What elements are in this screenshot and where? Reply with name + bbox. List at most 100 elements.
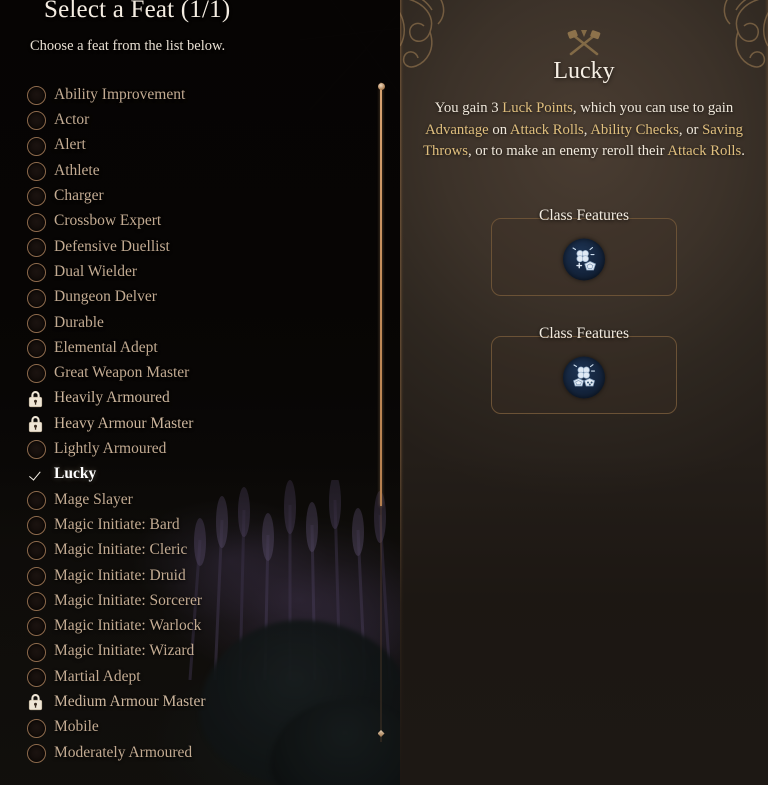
description-text: , which you can use to gain — [572, 100, 734, 116]
lock-icon — [26, 389, 45, 408]
feat-list-item-label: Ability Improvement — [54, 85, 186, 103]
feat-list-item[interactable]: Elemental Adept — [26, 335, 356, 360]
feat-list-item[interactable]: Magic Initiate: Cleric — [26, 537, 356, 562]
radio-circle-icon — [26, 616, 46, 637]
feat-list-item[interactable]: Great Weapon Master — [26, 360, 356, 385]
feat-list-item-label: Magic Initiate: Druid — [54, 566, 186, 584]
radio-circle-icon — [26, 642, 46, 662]
feat-list-item[interactable]: Alert — [26, 133, 356, 158]
description-keyword: Attack Rolls — [667, 143, 742, 159]
radio-circle-icon — [26, 288, 46, 308]
description-text: You gain 3 — [434, 100, 503, 116]
radio-circle-icon — [26, 439, 46, 460]
feat-list-item-label: Magic Initiate: Cleric — [54, 541, 188, 559]
radio-circle-icon — [26, 85, 46, 106]
card-notch-top — [532, 211, 636, 225]
description-keyword: Luck Points — [502, 100, 573, 116]
description-keyword: Ability Checks — [590, 121, 679, 138]
feat-list-item-label: Martial Adept — [54, 667, 141, 685]
card-notch-bottom — [532, 407, 636, 421]
feat-list-item-label: Lightly Armoured — [54, 440, 167, 458]
feat-list-item-label: Charger — [54, 187, 104, 205]
radio-circle-icon — [26, 186, 46, 207]
feat-list-item[interactable]: Lucky — [26, 461, 356, 486]
radio-circle-icon — [26, 667, 46, 687]
feat-list-item[interactable]: Medium Armour Master — [26, 689, 356, 714]
feat-list-item-label: Durable — [54, 313, 104, 331]
feat-list-item[interactable]: Magic Initiate: Wizard — [26, 639, 356, 664]
card-notch-top — [532, 329, 636, 343]
feat-list-item[interactable]: Heavy Armour Master — [26, 411, 356, 436]
feat-list-item-label: Mage Slayer — [54, 490, 133, 508]
feat-list-item-label: Great Weapon Master — [54, 364, 190, 382]
feat-list-item[interactable]: Defensive Duellist — [26, 234, 356, 259]
feat-list-item[interactable]: Actor — [26, 107, 356, 132]
radio-circle-icon — [26, 161, 46, 182]
radio-circle-icon — [26, 338, 46, 359]
description-text: . — [741, 143, 745, 159]
feat-list-item[interactable]: Dual Wielder — [26, 259, 356, 284]
radio-circle-icon — [26, 591, 46, 612]
feat-list-item[interactable]: Mobile — [26, 714, 356, 739]
feat-list-item[interactable]: Athlete — [26, 158, 356, 183]
radio-circle-icon — [26, 540, 46, 561]
feat-list-item[interactable]: Moderately Armoured — [26, 740, 356, 765]
feat-list-item[interactable]: Martial Adept — [26, 664, 356, 689]
feat-list-item-label: Mobile — [54, 718, 99, 736]
description-keyword: Advantage — [425, 121, 489, 138]
feat-list-item-label: Heavy Armour Master — [54, 414, 194, 432]
feat-list-item[interactable]: Magic Initiate: Warlock — [26, 613, 356, 638]
feat-list-panel: Select a Feat (1/1) Choose a feat from t… — [0, 0, 400, 785]
radio-circle-icon — [26, 136, 46, 156]
clover-and-die-icon — [563, 238, 605, 281]
clover-and-dice-icon — [563, 356, 605, 399]
class-features-card-1[interactable]: Class Features — [491, 207, 677, 296]
feat-list[interactable]: Ability Improvement Actor Alert Athlete Char… — [26, 82, 356, 765]
feat-list-item[interactable]: Crossbow Expert — [26, 208, 356, 233]
feat-list-item-label: Moderately Armoured — [54, 743, 193, 761]
feat-list-item[interactable]: Magic Initiate: Druid — [26, 563, 356, 588]
radio-circle-icon — [26, 515, 46, 536]
description-text: , or to make an enemy reroll their — [467, 143, 668, 159]
feat-list-item[interactable]: Magic Initiate: Sorcerer — [26, 588, 356, 613]
radio-circle-icon — [26, 363, 46, 384]
feat-list-item[interactable]: Mage Slayer — [26, 487, 356, 512]
feat-list-item-label: Lucky — [54, 465, 97, 483]
feat-list-item[interactable]: Lightly Armoured — [26, 436, 356, 461]
feat-list-item[interactable]: Heavily Armoured — [26, 386, 356, 411]
lock-icon — [26, 414, 45, 433]
description-text: on — [488, 121, 510, 138]
feat-list-item[interactable]: Charger — [26, 183, 356, 208]
class-features-card-2[interactable]: Class Features — [491, 325, 677, 414]
feat-list-item-label: Heavily Armoured — [54, 389, 170, 407]
feat-list-item-label: Magic Initiate: Wizard — [54, 642, 195, 660]
scrollbar-thumb[interactable] — [379, 88, 383, 506]
feat-list-item-label: Actor — [54, 111, 90, 129]
feat-list-item[interactable]: Ability Improvement — [26, 82, 356, 107]
feat-selection-screen: Select a Feat (1/1) Choose a feat from t… — [0, 0, 768, 785]
feat-list-scrollbar[interactable] — [377, 82, 385, 742]
feat-detail-title: Lucky — [553, 58, 615, 84]
feat-list-item-label: Dungeon Delver — [54, 288, 157, 306]
crossed-hammers-ornament-icon — [567, 29, 601, 56]
feat-list-item[interactable]: Dungeon Delver — [26, 284, 356, 309]
filigree-ornament-top-right — [723, 0, 768, 68]
feat-list-item[interactable]: Durable — [26, 310, 356, 335]
description-keyword: Attack Rolls — [509, 121, 584, 138]
feat-list-item[interactable]: Magic Initiate: Bard — [26, 512, 356, 537]
radio-circle-icon — [26, 743, 46, 763]
radio-circle-icon — [26, 490, 46, 510]
checkmark-icon — [26, 465, 45, 484]
radio-circle-icon — [26, 262, 46, 283]
radio-circle-icon — [26, 313, 46, 333]
feat-detail-description: You gain 3 Luck Points, which you can us… — [420, 98, 748, 163]
feat-list-item-label: Magic Initiate: Bard — [54, 515, 180, 533]
radio-circle-icon — [26, 212, 46, 232]
feat-list-item-label: Medium Armour Master — [54, 693, 206, 711]
panel-bottom-fade — [400, 455, 768, 785]
feat-list-item-label: Magic Initiate: Warlock — [54, 617, 202, 635]
feat-detail-panel: Lucky You gain 3 Luck Points, which you … — [400, 0, 768, 785]
page-title: Select a Feat (1/1) — [44, 0, 231, 23]
feat-list-item-label: Magic Initiate: Sorcerer — [54, 591, 203, 609]
feat-list-item-label: Crossbow Expert — [54, 212, 162, 230]
